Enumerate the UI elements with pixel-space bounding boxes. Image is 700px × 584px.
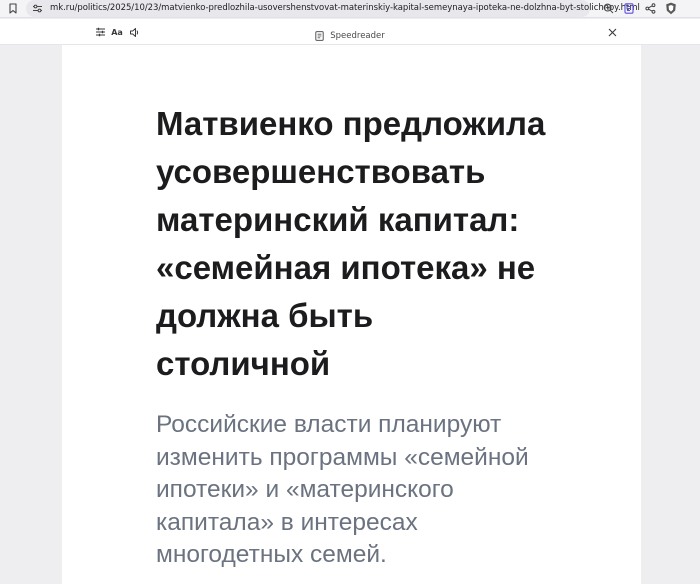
- bookmark-icon[interactable]: [6, 1, 20, 15]
- article-headline: Матвиенко предложила усовершенствовать м…: [156, 100, 576, 388]
- speedreader-label: Speedreader: [0, 26, 700, 45]
- zoom-icon[interactable]: [601, 1, 615, 15]
- headline-line: «семейная ипотека» не: [156, 249, 536, 286]
- share-icon[interactable]: [643, 1, 657, 15]
- url-text[interactable]: mk.ru/politics/2025/10/23/matvienko-pred…: [50, 3, 640, 13]
- address-bar: mk.ru/politics/2025/10/23/matvienko-pred…: [0, 0, 700, 18]
- close-icon[interactable]: [605, 25, 619, 39]
- speedreader-toolbar: Aa Speedreader: [0, 19, 700, 45]
- brave-shield-icon[interactable]: [664, 1, 678, 15]
- speedreader-title: Speedreader: [330, 30, 385, 41]
- article-lead: Российские власти планируют изменить про…: [156, 411, 529, 568]
- headline-line: столичной: [156, 345, 331, 382]
- site-settings-icon[interactable]: [30, 1, 44, 15]
- headline-line: Матвиенко предложила: [156, 105, 546, 142]
- speedreader-icon[interactable]: [622, 1, 636, 15]
- headline-line: усовершенствовать: [156, 153, 486, 190]
- headline-line: материнский капитал:: [156, 201, 520, 238]
- speedreader-doc-icon: [315, 26, 324, 45]
- headline-line: должна быть: [156, 297, 374, 334]
